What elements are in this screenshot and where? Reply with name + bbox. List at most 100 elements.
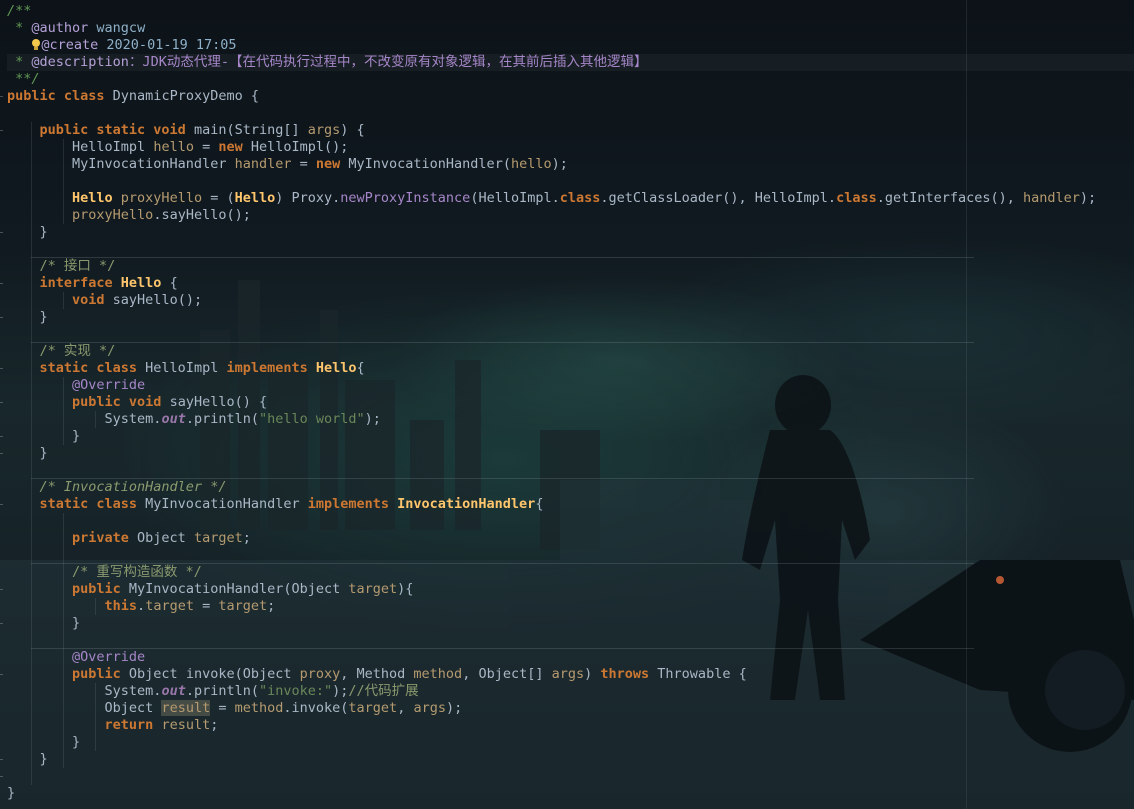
code-editor[interactable]: /** * @author wangcw @create 2020-01-19 …	[7, 3, 1134, 802]
code-token: target	[193, 530, 243, 546]
code-line[interactable]: Hello proxyHello = (Hello) Proxy.newProx…	[7, 190, 1134, 207]
code-token: target	[348, 700, 398, 716]
code-token: {	[161, 275, 178, 291]
code-token: target	[348, 581, 398, 597]
code-token: result	[161, 700, 211, 716]
lightbulb-icon[interactable]	[31, 38, 41, 51]
method-separator	[31, 478, 974, 479]
code-token: ,	[397, 700, 414, 716]
code-line[interactable]: }	[7, 309, 1134, 326]
code-token: class	[559, 190, 601, 206]
code-token: handler	[234, 156, 292, 172]
code-line[interactable]: private Object target;	[7, 530, 1134, 547]
code-line[interactable]: HelloImpl hello = new HelloImpl();	[7, 139, 1134, 156]
code-line[interactable]: static class MyInvocationHandler impleme…	[7, 496, 1134, 513]
code-token: hello	[510, 156, 552, 172]
code-token: Object	[137, 530, 194, 546]
fold-marker[interactable]	[0, 674, 3, 675]
code-token: ) {	[340, 122, 365, 138]
code-line[interactable]: void sayHello();	[7, 292, 1134, 309]
code-line[interactable]: /* 接口 */	[7, 257, 1134, 275]
code-line[interactable]: /* 重写构造函数 */	[7, 563, 1134, 581]
code-line[interactable]	[7, 173, 1134, 190]
code-line[interactable]: interface Hello {	[7, 275, 1134, 292]
fold-marker[interactable]	[0, 436, 3, 437]
code-line[interactable]: public class DynamicProxyDemo {	[7, 88, 1134, 105]
code-token: //代码扩展	[348, 683, 419, 699]
code-line[interactable]	[7, 105, 1134, 122]
code-line[interactable]	[7, 326, 1134, 343]
code-line[interactable]: return result;	[7, 717, 1134, 734]
code-line[interactable]: @Override	[7, 648, 1134, 666]
code-token: "invoke:"	[258, 683, 333, 699]
code-token: void	[7, 292, 113, 308]
fold-marker[interactable]	[0, 759, 3, 760]
code-token: , Object[]	[462, 666, 552, 682]
fold-marker[interactable]	[0, 96, 3, 97]
code-line[interactable]: }	[7, 428, 1134, 445]
code-line[interactable]	[7, 513, 1134, 530]
code-token: InvocationHandler	[397, 496, 536, 512]
code-line[interactable]: /* 实现 */	[7, 342, 1134, 360]
code-token: implements	[307, 496, 398, 512]
code-line[interactable]	[7, 632, 1134, 649]
code-line[interactable]: /* InvocationHandler */	[7, 478, 1134, 496]
code-line[interactable]: public static void main(String[] args) {	[7, 122, 1134, 139]
indent-guide	[63, 377, 64, 445]
code-line[interactable]: proxyHello.sayHello();	[7, 207, 1134, 224]
code-token: @description	[31, 54, 129, 70]
code-line[interactable]	[7, 462, 1134, 479]
code-line[interactable]: @Override	[7, 377, 1134, 394]
fold-marker[interactable]	[0, 317, 3, 318]
code-line[interactable]: }	[7, 445, 1134, 462]
fold-marker[interactable]	[0, 232, 3, 233]
fold-marker[interactable]	[0, 402, 3, 403]
code-line[interactable]	[7, 241, 1134, 258]
code-line[interactable]	[7, 547, 1134, 564]
fold-marker[interactable]	[0, 589, 3, 590]
code-line[interactable]: @create 2020-01-19 17:05	[7, 37, 1134, 54]
fold-marker[interactable]	[0, 776, 3, 777]
fold-marker[interactable]	[0, 453, 3, 454]
code-line[interactable]: /**	[7, 3, 1134, 20]
code-line[interactable]: * @author wangcw	[7, 20, 1134, 37]
fold-marker[interactable]	[0, 368, 3, 369]
code-token: this	[7, 598, 138, 614]
code-token: {	[356, 360, 365, 376]
indent-guide	[95, 683, 96, 751]
code-token: ;	[210, 717, 219, 733]
code-line[interactable]: **/	[7, 71, 1134, 88]
code-token: static class	[7, 360, 146, 376]
code-token: interface	[7, 275, 121, 291]
fold-marker[interactable]	[0, 283, 3, 284]
code-line[interactable]: }	[7, 615, 1134, 632]
code-line[interactable]: MyInvocationHandler handler = new MyInvo…	[7, 156, 1134, 173]
code-line[interactable]: public void sayHello() {	[7, 394, 1134, 411]
fold-marker[interactable]	[0, 504, 3, 505]
code-line[interactable]: public Object invoke(Object proxy, Metho…	[7, 666, 1134, 683]
indent-guide	[31, 122, 32, 785]
code-token: ){	[397, 581, 414, 597]
code-line[interactable]	[7, 768, 1134, 785]
code-line[interactable]: public MyInvocationHandler(Object target…	[7, 581, 1134, 598]
code-line[interactable]: System.out.println("invoke:");//代码扩展	[7, 683, 1134, 700]
code-line[interactable]: static class HelloImpl implements Hello{	[7, 360, 1134, 377]
code-line[interactable]: }	[7, 224, 1134, 241]
code-token: ：JDK动态代理-【在代码执行过程中，不改变原有对象逻辑，在其前后插入其他逻辑】	[128, 54, 648, 70]
fold-marker[interactable]	[0, 130, 3, 131]
code-line[interactable]: * @description：JDK动态代理-【在代码执行过程中，不改变原有对象…	[7, 54, 1134, 71]
fold-marker[interactable]	[0, 623, 3, 624]
code-token: .println(	[185, 411, 259, 427]
code-line[interactable]: }	[7, 751, 1134, 768]
code-token: .invoke(	[283, 700, 349, 716]
code-line[interactable]: System.out.println("hello world");	[7, 411, 1134, 428]
code-token: }	[7, 224, 48, 240]
code-line[interactable]: }	[7, 734, 1134, 751]
code-line[interactable]: }	[7, 785, 1134, 802]
code-token: proxyHello	[72, 207, 154, 223]
code-token: @create	[41, 37, 99, 53]
indent-guide	[63, 292, 64, 309]
code-line[interactable]: this.target = target;	[7, 598, 1134, 615]
code-token: @Override	[7, 377, 146, 393]
code-line[interactable]: Object result = method.invoke(target, ar…	[7, 700, 1134, 717]
